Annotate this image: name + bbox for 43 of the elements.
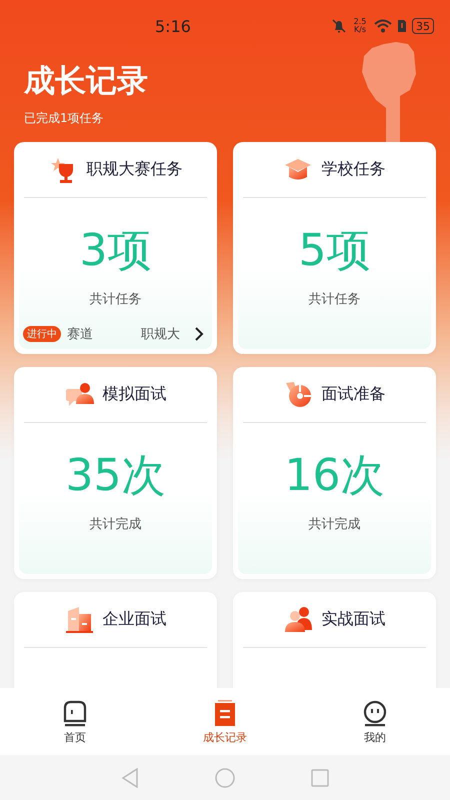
sim-card-icon	[397, 19, 407, 33]
network-speed: 2.5 K/s	[352, 18, 368, 34]
recents-icon	[311, 768, 329, 786]
muted-bell-icon	[332, 19, 346, 33]
battery-level: 35	[416, 20, 430, 32]
card-title: 面试准备	[322, 384, 386, 405]
nav-tab[interactable]: 我的	[330, 698, 420, 744]
people-icon	[284, 604, 314, 634]
nav-tab[interactable]: 成长记录	[180, 698, 270, 744]
ticker-item[interactable]: 赛道	[67, 325, 93, 343]
count-caption: 共计任务	[90, 291, 142, 308]
card-title: 学校任务	[322, 159, 386, 180]
back-icon	[121, 768, 139, 788]
target-icon	[284, 380, 314, 410]
task-card[interactable]: 企业面试	[14, 592, 217, 688]
building-icon	[64, 604, 94, 634]
count-value: 5项	[298, 224, 370, 278]
count-value: 35次	[66, 449, 166, 503]
ticker-item[interactable]: 职规大	[141, 325, 180, 343]
count-caption: 共计任务	[308, 291, 360, 308]
completed-count: 已完成1项任务	[24, 110, 105, 127]
status-badge: 进行中	[23, 326, 61, 342]
card-title: 企业面试	[102, 609, 166, 630]
card-title: 模拟面试	[102, 384, 166, 405]
wifi-icon	[374, 19, 392, 33]
home-icon	[61, 698, 89, 726]
count-value: 3项	[80, 224, 152, 278]
clock-time: 5:16	[155, 16, 192, 36]
task-card[interactable]: 模拟面试 35次 共计完成	[14, 367, 217, 579]
task-card[interactable]: 学校任务 5项 共计任务	[233, 142, 436, 354]
chevron-right-icon	[194, 327, 204, 341]
card-title: 职规大赛任务	[86, 159, 182, 180]
count-caption: 共计完成	[90, 516, 142, 533]
page-title: 成长记录	[24, 62, 148, 101]
nav-tab[interactable]: 首页	[30, 698, 120, 744]
count-caption: 共计完成	[308, 516, 360, 533]
count-value: 16次	[284, 449, 384, 503]
card-title: 实战面试	[322, 609, 386, 630]
task-card[interactable]: 职规大赛任务 3项 共计任务 进行中 赛道 职规大	[14, 142, 217, 354]
home-circle-icon	[215, 768, 235, 788]
task-card[interactable]: 实战面试	[233, 592, 436, 688]
task-card[interactable]: 面试准备 16次 共计完成	[233, 367, 436, 579]
smiley-face-icon	[361, 698, 389, 726]
